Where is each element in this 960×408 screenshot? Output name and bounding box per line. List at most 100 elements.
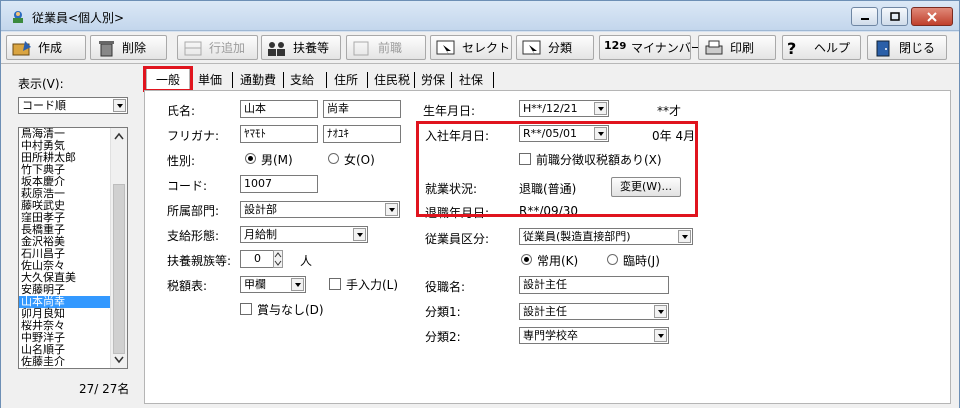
- class1-label: 分類1:: [425, 305, 461, 319]
- tab-separator: [232, 72, 233, 88]
- trash-icon: [95, 39, 117, 57]
- first-kana-field[interactable]: ﾅｵﾕｷ: [323, 125, 401, 143]
- dependents-button[interactable]: 扶養等: [261, 35, 341, 60]
- emp-type-label: 従業員区分:: [425, 232, 490, 246]
- printer-icon: [703, 39, 725, 57]
- scroll-down-icon: [114, 356, 124, 364]
- manual-entry-checkbox[interactable]: [329, 278, 341, 290]
- close-window-button[interactable]: [911, 7, 953, 26]
- no-bonus-label: 賞与なし(D): [257, 303, 324, 317]
- employee-list[interactable]: 鳥海清一 中村勇気 田所耕太郎 竹下典子 坂本慶介 萩原浩一 藤咲武史 窪田孝子 長橋重子 金沢裕…: [18, 127, 128, 369]
- dept-label: 所属部門:: [167, 204, 220, 218]
- close-button[interactable]: 閉じる: [867, 35, 947, 60]
- code-field[interactable]: 1007: [240, 175, 318, 193]
- title-field[interactable]: 設計主任: [519, 276, 669, 294]
- tab-unit-price[interactable]: 単価: [194, 70, 226, 90]
- female-label: 女(O): [344, 153, 375, 167]
- maximize-button[interactable]: [881, 7, 908, 26]
- minimize-button[interactable]: [851, 7, 878, 26]
- last-kana-field[interactable]: ﾔﾏﾓﾄ: [240, 125, 318, 143]
- select-button[interactable]: セレクト: [430, 35, 512, 60]
- title-bar: 従業員<個人別>: [1, 1, 959, 31]
- tax-table-select[interactable]: 甲欄: [240, 276, 306, 293]
- maximize-icon: [889, 12, 900, 21]
- birth-label: 生年月日:: [423, 104, 476, 118]
- prev-job-button[interactable]: 前職: [346, 35, 426, 60]
- temporary-radio[interactable]: [607, 254, 618, 265]
- content-area: 表示(V): コード順 鳥海清一 中村勇気 田所耕太郎 竹下典子 坂本慶介 萩原浩一 藤咲武…: [1, 64, 959, 408]
- help-icon: ?: [787, 38, 797, 58]
- app-icon: [13, 11, 23, 23]
- chevron-down-icon: [678, 230, 691, 243]
- regular-label: 常用(K): [537, 254, 579, 268]
- pay-form-select[interactable]: 月給制: [240, 226, 368, 243]
- tab-payment[interactable]: 支給: [286, 70, 318, 90]
- tab-commute[interactable]: 通勤費: [236, 70, 280, 90]
- mynumber-button[interactable]: 129 マイナンバー: [599, 35, 703, 60]
- highlight-employment-box: [416, 121, 698, 217]
- scroll-thumb[interactable]: [113, 184, 125, 354]
- chevron-down-icon: [654, 305, 667, 318]
- title-label: 役職名:: [425, 280, 466, 294]
- tab-separator: [326, 72, 327, 88]
- window-title: 従業員<個人別>: [32, 11, 125, 25]
- temporary-label: 臨時(J): [623, 254, 660, 268]
- class1-select[interactable]: 設計主任: [519, 303, 669, 320]
- delete-button[interactable]: 削除: [90, 35, 167, 60]
- male-radio[interactable]: [245, 153, 256, 164]
- list-item[interactable]: 木下洋一: [21, 368, 65, 369]
- chevron-down-icon: [654, 329, 667, 342]
- class2-select[interactable]: 専門学校卒: [519, 327, 669, 344]
- print-button[interactable]: 印刷: [698, 35, 776, 60]
- chevron-down-icon: [594, 102, 607, 115]
- toolbar: 作成 削除 行追加 扶養等 前職 セレクト 分類 129 マイナンバー 印刷 ? ヘ…: [1, 32, 959, 64]
- gender-label: 性別:: [167, 154, 196, 168]
- manual-entry-label: 手入力(L): [346, 278, 399, 292]
- name-label: 氏名:: [167, 104, 196, 118]
- sort-order-select[interactable]: コード順: [18, 97, 128, 114]
- dependents-spinner[interactable]: [273, 250, 283, 268]
- female-radio[interactable]: [328, 153, 339, 164]
- dependents-field[interactable]: 0: [240, 250, 274, 268]
- first-name-field[interactable]: 尚幸: [323, 100, 401, 118]
- family-icon: [266, 39, 288, 57]
- create-icon: [11, 39, 33, 57]
- help-button[interactable]: ? ヘルプ: [782, 35, 861, 60]
- highlight-tab-general: [143, 66, 193, 92]
- tab-separator: [414, 72, 415, 88]
- insert-row-icon: [182, 39, 204, 57]
- classify-button[interactable]: 分類: [516, 35, 594, 60]
- tab-address[interactable]: 住所: [330, 70, 362, 90]
- tab-separator: [493, 72, 494, 88]
- dept-select[interactable]: 設計部: [240, 201, 400, 218]
- tab-separator: [283, 72, 284, 88]
- emp-type-select[interactable]: 従業員(製造直接部門): [519, 228, 693, 245]
- display-label: 表示(V):: [18, 77, 64, 91]
- regular-radio[interactable]: [521, 254, 532, 265]
- create-button[interactable]: 作成: [6, 35, 86, 60]
- list-scrollbar[interactable]: [110, 128, 127, 368]
- minimize-icon: [860, 17, 869, 20]
- chevron-down-icon: [385, 203, 398, 216]
- birth-date-field[interactable]: H**/12/21: [519, 100, 609, 117]
- insert-row-button[interactable]: 行追加: [177, 35, 258, 60]
- no-bonus-checkbox[interactable]: [240, 303, 252, 315]
- chevron-down-icon: [291, 278, 304, 291]
- tax-table-label: 税額表:: [167, 279, 208, 293]
- tab-social-insurance[interactable]: 社保: [455, 70, 487, 90]
- dependents-unit: 人: [300, 254, 313, 268]
- code-label: コード:: [167, 179, 208, 193]
- chevron-down-icon: [113, 99, 126, 112]
- tab-resident-tax[interactable]: 住民税: [370, 70, 414, 90]
- tab-separator: [451, 72, 452, 88]
- close-icon: [927, 11, 937, 22]
- kana-label: フリガナ:: [167, 129, 220, 143]
- class2-label: 分類2:: [425, 330, 461, 344]
- scroll-up-icon: [114, 132, 124, 140]
- tab-labor-insurance[interactable]: 労保: [417, 70, 449, 90]
- tab-bar: 一般 単価 通勤費 支給 住所 住民税 労保 社保: [144, 66, 954, 92]
- select-icon: [435, 39, 457, 57]
- tab-separator: [367, 72, 368, 88]
- mynumber-icon: 129: [604, 38, 627, 52]
- last-name-field[interactable]: 山本: [240, 100, 318, 118]
